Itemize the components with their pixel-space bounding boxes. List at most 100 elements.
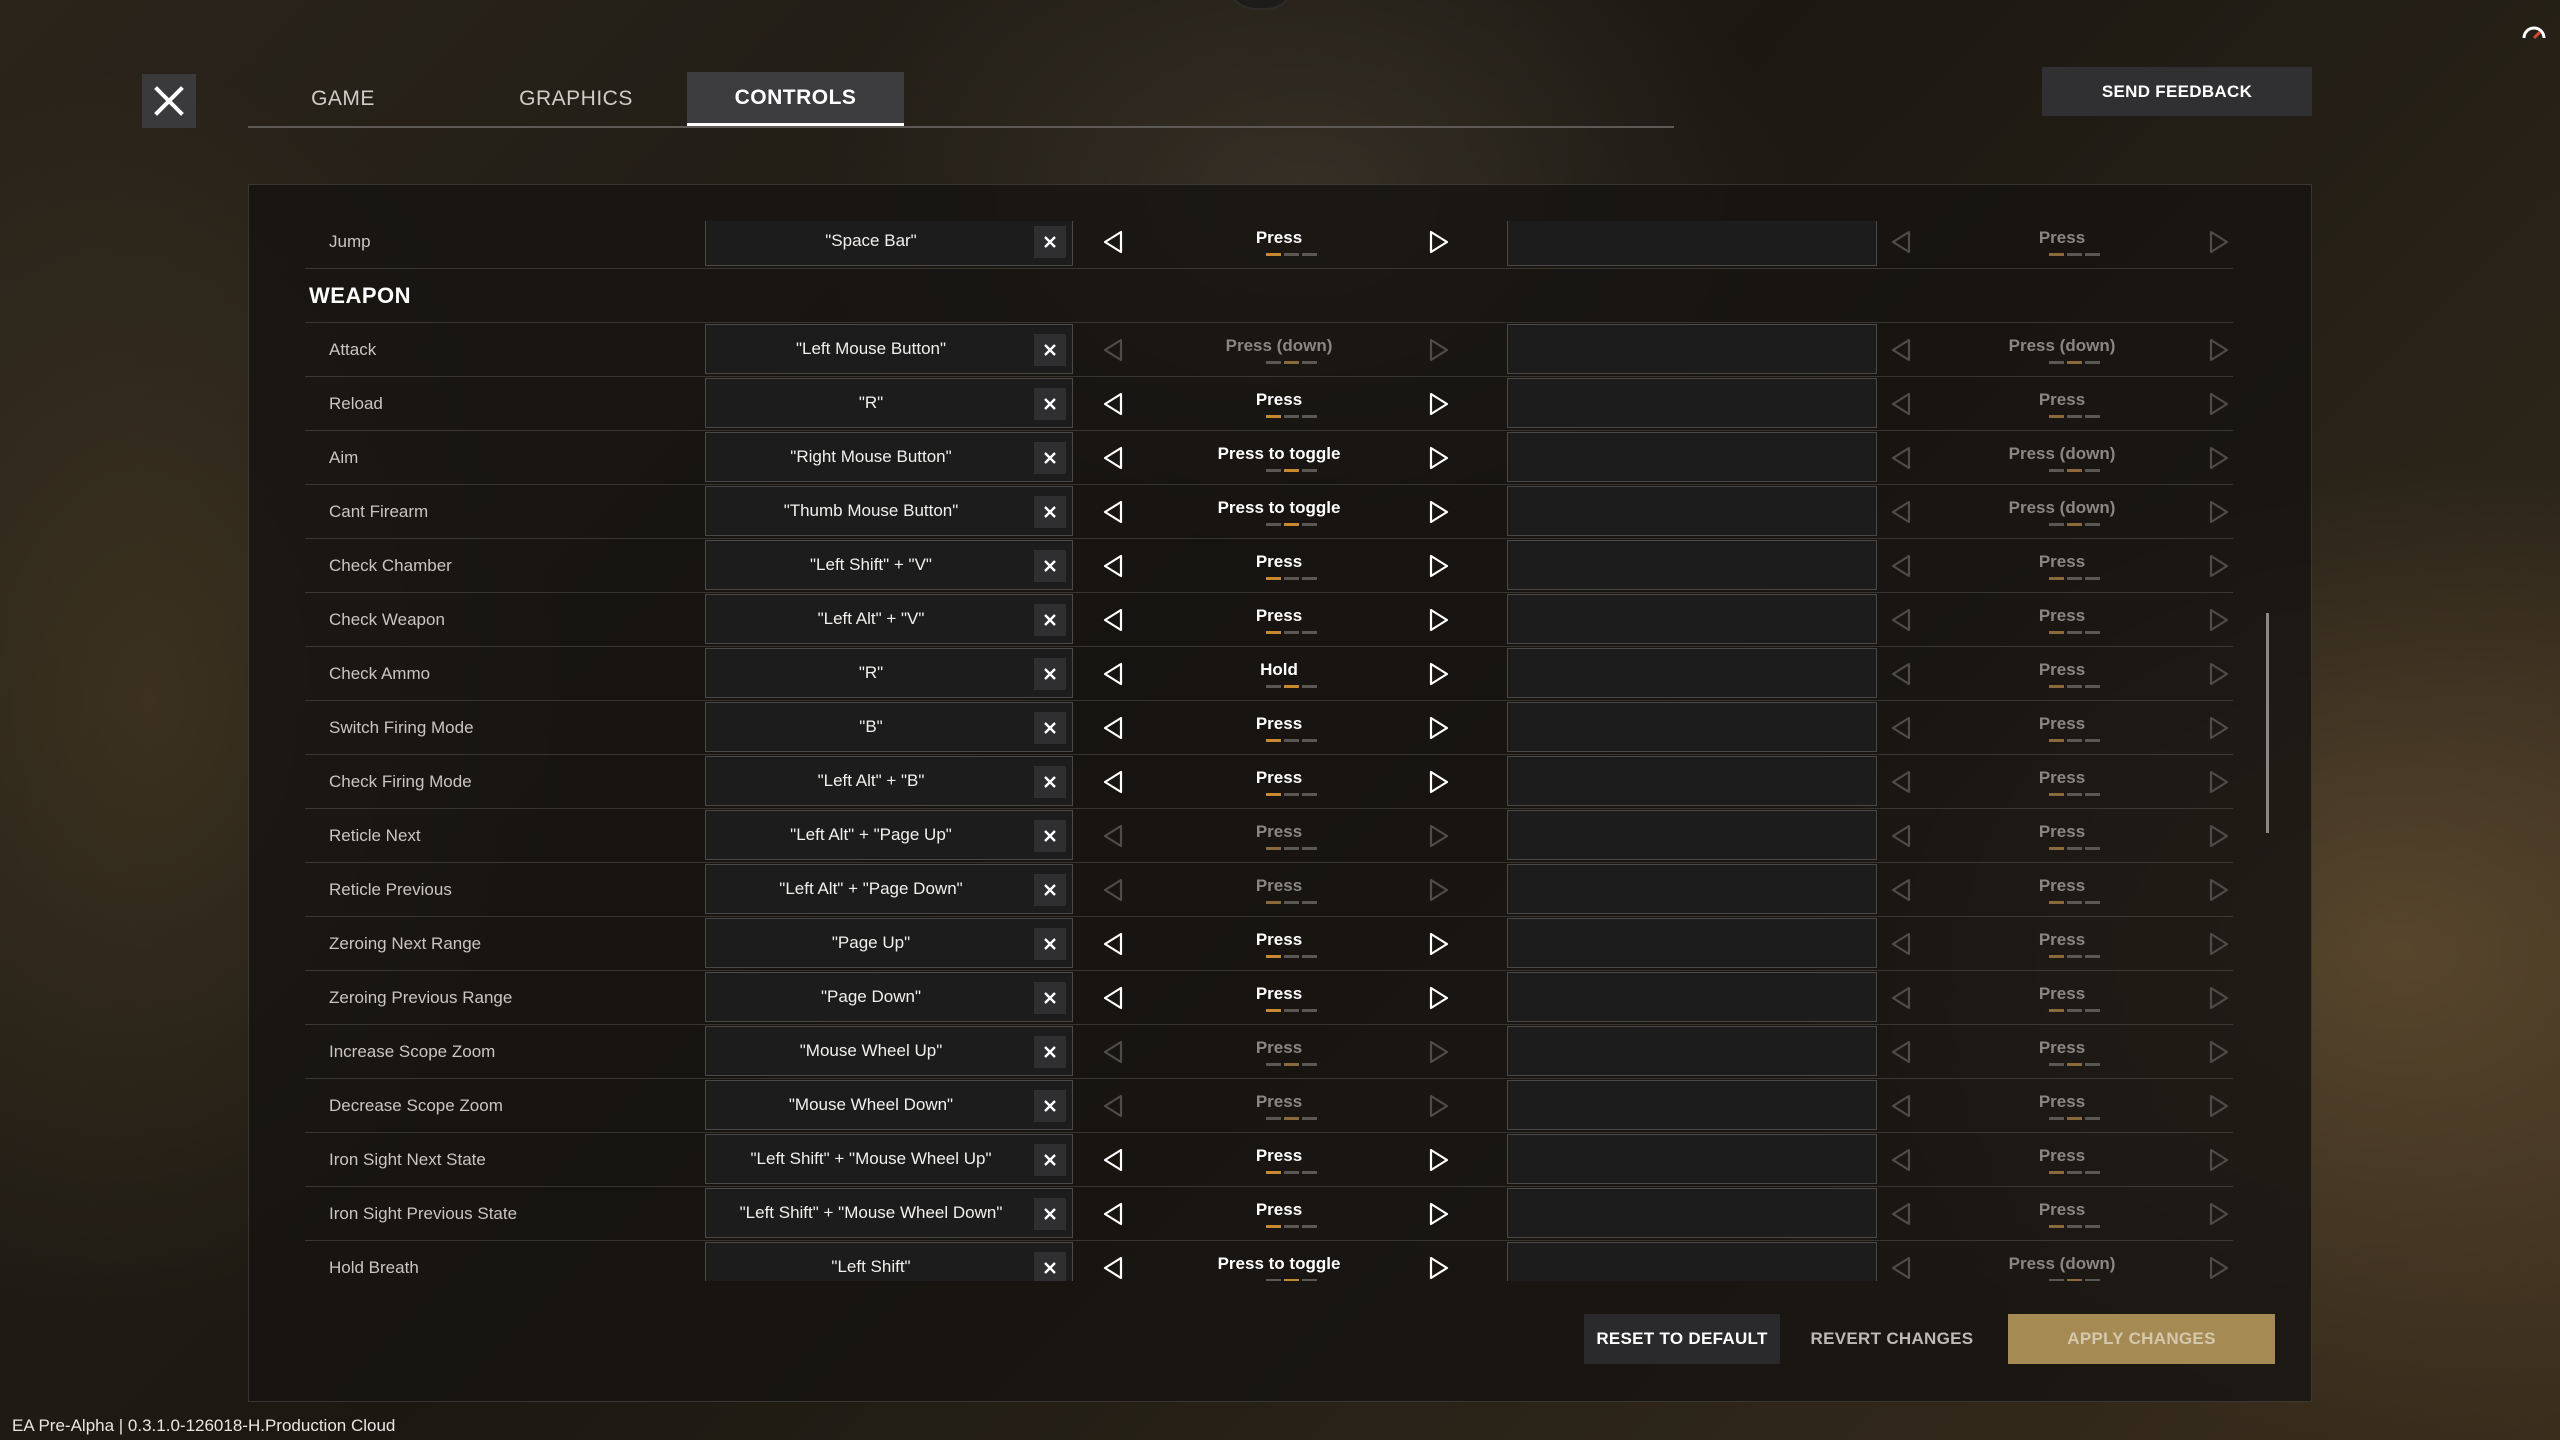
send-feedback-button[interactable]: SEND FEEDBACK [2042,67,2312,116]
arrow-right-icon[interactable] [2205,390,2233,418]
arrow-right-icon[interactable] [1425,1092,1453,1120]
arrow-right-icon[interactable] [1425,768,1453,796]
arrow-right-icon[interactable] [1425,822,1453,850]
arrow-right-icon[interactable] [2205,660,2233,688]
secondary-binding-field[interactable] [1507,540,1877,590]
arrow-right-icon[interactable] [2205,714,2233,742]
primary-binding-field[interactable]: "Left Alt" + "V" [705,594,1073,644]
secondary-binding-field[interactable] [1507,221,1877,266]
controls-list[interactable]: Jump "Space Bar" Press Press WEAPON Attack "Le… [285,221,2275,1281]
arrow-left-icon[interactable] [1887,930,1915,958]
arrow-left-icon[interactable] [1887,390,1915,418]
arrow-left-icon[interactable] [1887,228,1915,256]
secondary-binding-field[interactable] [1507,918,1877,968]
primary-binding-field[interactable]: "Left Alt" + "Page Down" [705,864,1073,914]
clear-binding-button[interactable] [1034,1144,1066,1176]
primary-binding-field[interactable]: "R" [705,378,1073,428]
arrow-right-icon[interactable] [1425,390,1453,418]
arrow-left-icon[interactable] [1099,822,1127,850]
apply-changes-button[interactable]: APPLY CHANGES [2008,1314,2275,1364]
arrow-right-icon[interactable] [1425,876,1453,904]
clear-binding-button[interactable] [1034,442,1066,474]
secondary-binding-field[interactable] [1507,648,1877,698]
primary-binding-field[interactable]: "Left Alt" + "Page Up" [705,810,1073,860]
primary-binding-field[interactable]: "R" [705,648,1073,698]
arrow-left-icon[interactable] [1887,498,1915,526]
arrow-right-icon[interactable] [2205,336,2233,364]
clear-binding-button[interactable] [1034,820,1066,852]
reset-to-default-button[interactable]: RESET TO DEFAULT [1584,1314,1780,1364]
clear-binding-button[interactable] [1034,1090,1066,1122]
arrow-right-icon[interactable] [2205,768,2233,796]
primary-binding-field[interactable]: "Right Mouse Button" [705,432,1073,482]
arrow-left-icon[interactable] [1887,1254,1915,1281]
secondary-binding-field[interactable] [1507,1026,1877,1076]
arrow-left-icon[interactable] [1099,930,1127,958]
arrow-left-icon[interactable] [1099,390,1127,418]
primary-binding-field[interactable]: "Space Bar" [705,221,1073,266]
scrollbar-thumb[interactable] [2266,613,2269,833]
arrow-left-icon[interactable] [1099,876,1127,904]
secondary-binding-field[interactable] [1507,810,1877,860]
secondary-binding-field[interactable] [1507,756,1877,806]
arrow-right-icon[interactable] [1425,498,1453,526]
secondary-binding-field[interactable] [1507,972,1877,1022]
arrow-left-icon[interactable] [1887,444,1915,472]
arrow-left-icon[interactable] [1099,1092,1127,1120]
arrow-left-icon[interactable] [1099,1200,1127,1228]
clear-binding-button[interactable] [1034,982,1066,1014]
arrow-left-icon[interactable] [1887,1200,1915,1228]
clear-binding-button[interactable] [1034,1252,1066,1281]
revert-changes-button[interactable]: REVERT CHANGES [1800,1314,1984,1364]
arrow-right-icon[interactable] [2205,876,2233,904]
tab-game[interactable]: GAME [268,72,418,126]
arrow-right-icon[interactable] [2205,228,2233,256]
arrow-right-icon[interactable] [2205,1146,2233,1174]
secondary-binding-field[interactable] [1507,324,1877,374]
arrow-right-icon[interactable] [1425,444,1453,472]
arrow-right-icon[interactable] [2205,1092,2233,1120]
arrow-left-icon[interactable] [1887,984,1915,1012]
clear-binding-button[interactable] [1034,712,1066,744]
clear-binding-button[interactable] [1034,496,1066,528]
arrow-left-icon[interactable] [1887,876,1915,904]
primary-binding-field[interactable]: "Left Shift" + "V" [705,540,1073,590]
clear-binding-button[interactable] [1034,1036,1066,1068]
primary-binding-field[interactable]: "Mouse Wheel Up" [705,1026,1073,1076]
arrow-left-icon[interactable] [1099,660,1127,688]
secondary-binding-field[interactable] [1507,1188,1877,1238]
arrow-left-icon[interactable] [1099,714,1127,742]
clear-binding-button[interactable] [1034,1198,1066,1230]
secondary-binding-field[interactable] [1507,378,1877,428]
close-button[interactable] [142,74,196,128]
arrow-right-icon[interactable] [1425,660,1453,688]
arrow-left-icon[interactable] [1099,606,1127,634]
arrow-left-icon[interactable] [1887,768,1915,796]
secondary-binding-field[interactable] [1507,1134,1877,1184]
arrow-left-icon[interactable] [1887,1146,1915,1174]
arrow-left-icon[interactable] [1099,768,1127,796]
arrow-right-icon[interactable] [1425,984,1453,1012]
arrow-right-icon[interactable] [2205,552,2233,580]
clear-binding-button[interactable] [1034,388,1066,420]
arrow-left-icon[interactable] [1887,714,1915,742]
arrow-right-icon[interactable] [1425,606,1453,634]
clear-binding-button[interactable] [1034,658,1066,690]
arrow-left-icon[interactable] [1887,822,1915,850]
arrow-right-icon[interactable] [2205,984,2233,1012]
arrow-left-icon[interactable] [1887,552,1915,580]
secondary-binding-field[interactable] [1507,702,1877,752]
arrow-left-icon[interactable] [1099,984,1127,1012]
arrow-right-icon[interactable] [2205,930,2233,958]
arrow-left-icon[interactable] [1099,1146,1127,1174]
arrow-right-icon[interactable] [2205,1038,2233,1066]
arrow-left-icon[interactable] [1099,1254,1127,1281]
arrow-right-icon[interactable] [1425,1146,1453,1174]
arrow-right-icon[interactable] [1425,336,1453,364]
clear-binding-button[interactable] [1034,226,1066,258]
tab-controls[interactable]: CONTROLS [687,72,904,126]
arrow-left-icon[interactable] [1099,1038,1127,1066]
arrow-right-icon[interactable] [2205,606,2233,634]
secondary-binding-field[interactable] [1507,864,1877,914]
arrow-right-icon[interactable] [2205,1200,2233,1228]
